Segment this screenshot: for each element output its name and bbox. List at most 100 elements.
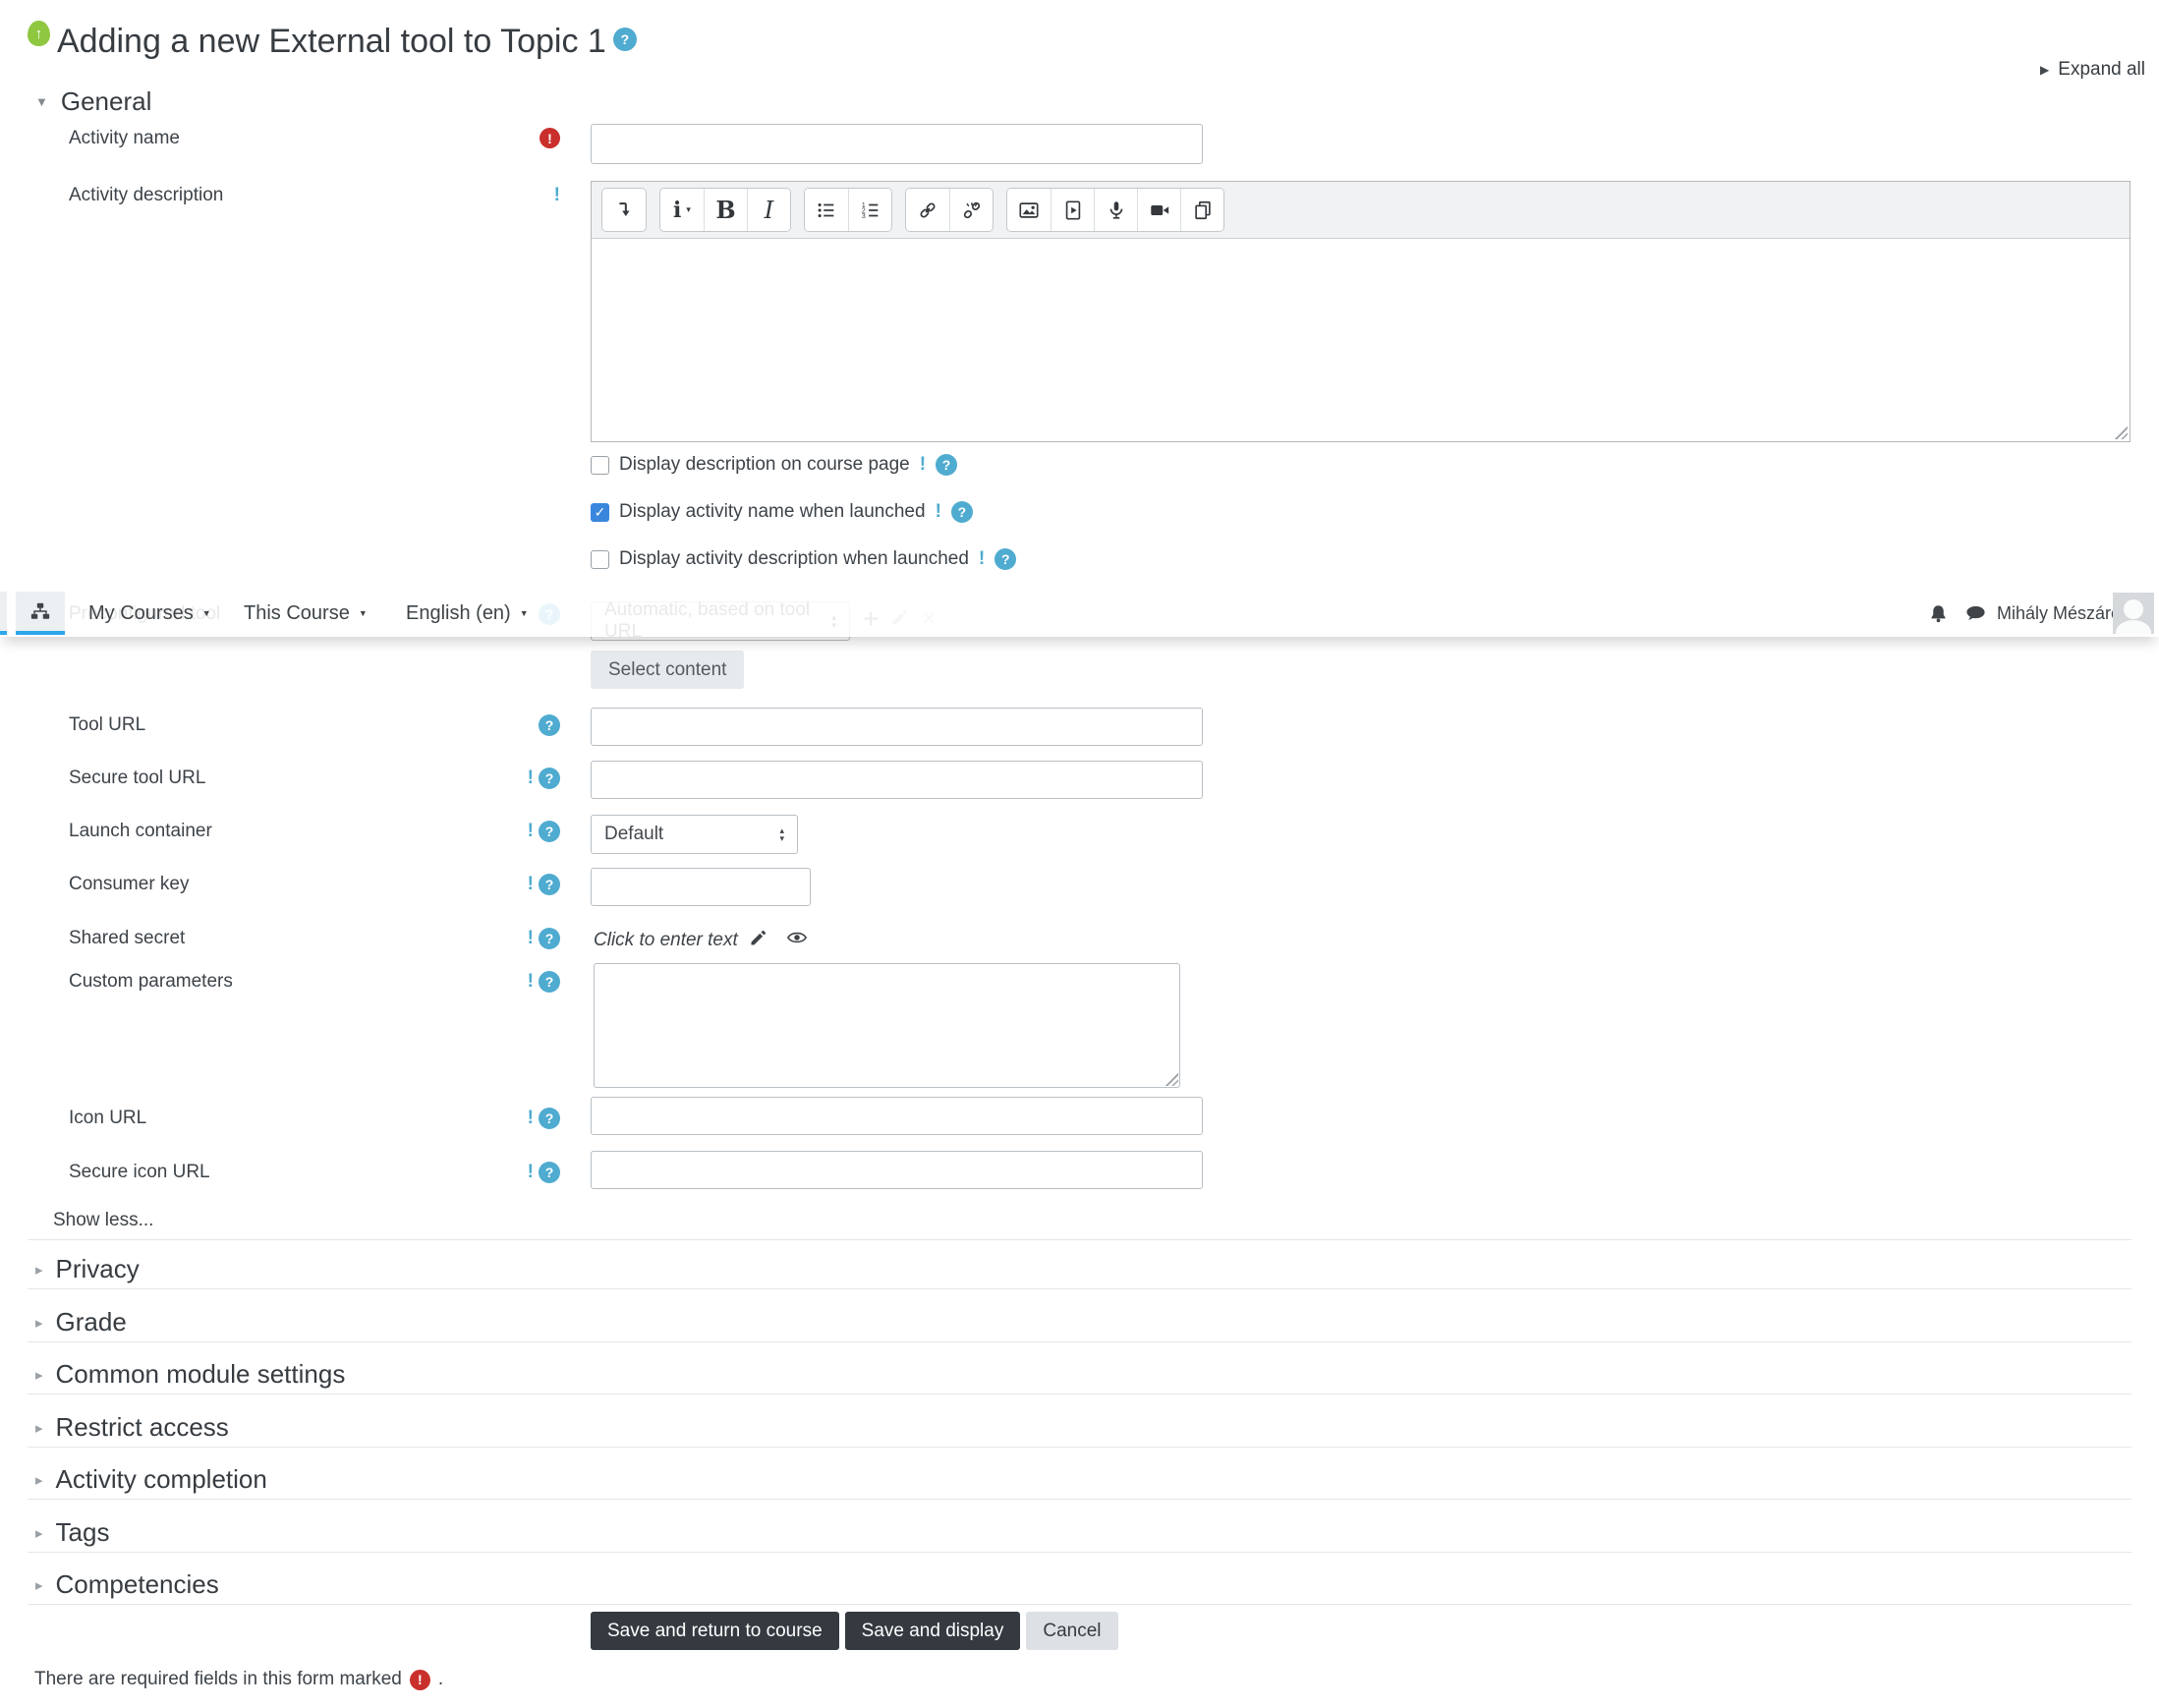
help-icon[interactable]: ? xyxy=(539,768,560,789)
section-common-module-settings[interactable]: ▸ Common module settings xyxy=(28,1355,2131,1395)
save-and-display-button[interactable]: Save and display xyxy=(844,1612,1021,1650)
editor-record-video-button[interactable] xyxy=(1137,189,1180,231)
chevron-right-icon: ▸ xyxy=(35,1261,43,1279)
display-activity-name-label: Display activity name when launched xyxy=(619,501,926,522)
nav-tab-partial[interactable] xyxy=(0,592,7,635)
editor-unordered-list-button[interactable] xyxy=(805,189,848,231)
chevron-down-icon: ▼ xyxy=(358,608,368,618)
shared-secret-label: Shared secret xyxy=(69,928,186,948)
shared-secret-value[interactable]: Click to enter text xyxy=(594,930,738,951)
editor-content-area[interactable] xyxy=(592,239,2130,441)
chevron-right-icon: ▸ xyxy=(35,1471,43,1489)
section-restrict-access[interactable]: ▸ Restrict access xyxy=(28,1408,2131,1448)
title-help-icon[interactable]: ? xyxy=(612,28,637,51)
help-icon[interactable]: ? xyxy=(539,928,560,949)
secure-icon-url-label: Secure icon URL xyxy=(69,1162,210,1182)
sitemap-icon xyxy=(30,602,50,619)
editor-italic-button[interactable]: I xyxy=(747,189,790,231)
editor-ordered-list-button[interactable]: 123 xyxy=(848,189,891,231)
help-icon[interactable]: ? xyxy=(539,821,560,842)
bell-icon xyxy=(1931,604,1946,622)
activity-name-label: Activity name xyxy=(69,128,180,148)
advanced-icon: ! xyxy=(978,548,986,569)
notifications-button[interactable] xyxy=(1928,590,1949,637)
icon-url-input[interactable] xyxy=(591,1097,1203,1135)
help-icon[interactable]: ? xyxy=(539,714,560,736)
secure-tool-url-label: Secure tool URL xyxy=(69,768,206,788)
editor-manage-files-button[interactable] xyxy=(1180,189,1223,231)
chevron-right-icon: ▸ xyxy=(35,1314,43,1332)
secure-icon-url-input[interactable] xyxy=(591,1151,1203,1189)
section-general[interactable]: ▼ General xyxy=(35,86,151,117)
section-privacy[interactable]: ▸ Privacy xyxy=(28,1250,2131,1289)
chat-bubble-icon xyxy=(1966,605,1985,620)
user-menu[interactable]: Mihály Mészáros xyxy=(1997,590,2130,637)
section-activity-completion[interactable]: ▸ Activity completion xyxy=(28,1460,2131,1500)
advanced-icon: ! xyxy=(527,821,534,841)
editor-link-button[interactable] xyxy=(906,189,949,231)
messages-button[interactable] xyxy=(1964,590,1987,637)
display-activity-description-checkbox[interactable] xyxy=(591,549,609,569)
tool-url-label: Tool URL xyxy=(69,714,146,735)
nav-tab-sitemap[interactable] xyxy=(16,592,65,635)
display-activity-description-label: Display activity description when launch… xyxy=(619,548,969,569)
chevron-down-icon: ▾ xyxy=(686,204,691,214)
icon-url-label: Icon URL xyxy=(69,1108,147,1128)
help-icon[interactable]: ? xyxy=(950,501,973,523)
expand-all-link[interactable]: ▶ Expand all xyxy=(2040,59,2145,81)
chevron-down-icon: ▼ xyxy=(35,94,48,109)
consumer-key-label: Consumer key xyxy=(69,874,190,894)
help-icon[interactable]: ? xyxy=(994,548,1017,570)
editor-record-audio-button[interactable] xyxy=(1094,189,1137,231)
advanced-icon: ! xyxy=(527,971,534,992)
chevron-right-icon: ▸ xyxy=(35,1524,43,1542)
save-and-return-button[interactable]: Save and return to course xyxy=(591,1612,839,1650)
display-description-label: Display description on course page xyxy=(619,454,910,475)
avatar[interactable] xyxy=(2113,593,2154,634)
consumer-key-input[interactable] xyxy=(591,868,811,906)
eye-icon[interactable] xyxy=(786,927,808,954)
nav-this-course[interactable]: This Course ▼ xyxy=(244,590,368,637)
select-arrows-icon: ▴▾ xyxy=(779,826,784,843)
section-competencies[interactable]: ▸ Competencies xyxy=(28,1566,2131,1605)
help-icon[interactable]: ? xyxy=(539,1108,560,1129)
editor-bold-button[interactable]: B xyxy=(704,189,747,231)
advanced-icon: ! xyxy=(527,874,534,894)
editor-unlink-button[interactable] xyxy=(949,189,993,231)
select-content-button: Select content xyxy=(591,651,745,689)
custom-parameters-textarea[interactable] xyxy=(594,963,1180,1088)
section-tags[interactable]: ▸ Tags xyxy=(28,1513,2131,1553)
chevron-down-icon: ▼ xyxy=(519,608,529,618)
help-icon[interactable]: ? xyxy=(539,874,560,895)
advanced-icon: ! xyxy=(553,185,560,205)
edit-pencil-icon[interactable] xyxy=(749,928,768,953)
launch-container-select[interactable]: Default ▴ ▾ xyxy=(591,815,798,854)
user-name: Mihály Mészáros xyxy=(1997,602,2131,623)
cancel-button[interactable]: Cancel xyxy=(1026,1612,1118,1650)
activity-name-input[interactable] xyxy=(591,124,1203,164)
section-grade[interactable]: ▸ Grade xyxy=(28,1303,2131,1342)
show-less-link[interactable]: Show less... xyxy=(53,1210,153,1231)
chevron-right-icon: ▸ xyxy=(35,1419,43,1437)
nav-my-courses[interactable]: My Courses ▼ xyxy=(88,590,211,637)
help-icon[interactable]: ? xyxy=(539,1162,560,1183)
advanced-icon: ! xyxy=(935,501,941,522)
help-icon[interactable]: ? xyxy=(539,971,560,993)
display-activity-name-checkbox[interactable]: ✓ xyxy=(591,502,609,522)
sticky-navbar: My Courses ▼ This Course ▼ English (en) ▼ M… xyxy=(0,590,2159,637)
editor-paragraph-style-button[interactable]: i ▾ xyxy=(660,189,704,231)
external-tool-icon: ↑ xyxy=(28,21,50,46)
secure-tool-url-input[interactable] xyxy=(591,761,1203,799)
editor-collapse-toolbar-button[interactable] xyxy=(602,189,646,231)
editor-insert-image-button[interactable] xyxy=(1007,189,1051,231)
display-description-checkbox[interactable] xyxy=(591,455,609,475)
expand-all-caret-icon: ▶ xyxy=(2040,63,2050,77)
advanced-icon: ! xyxy=(527,1162,534,1182)
nav-language[interactable]: English (en) ▼ xyxy=(406,590,529,637)
advanced-icon: ! xyxy=(527,928,534,948)
help-icon[interactable]: ? xyxy=(936,454,958,476)
editor-insert-media-button[interactable] xyxy=(1051,189,1094,231)
tool-url-input[interactable] xyxy=(591,708,1203,746)
editor-toolbar: i ▾ B I 123 xyxy=(592,182,2130,239)
section-general-title: General xyxy=(60,86,152,116)
